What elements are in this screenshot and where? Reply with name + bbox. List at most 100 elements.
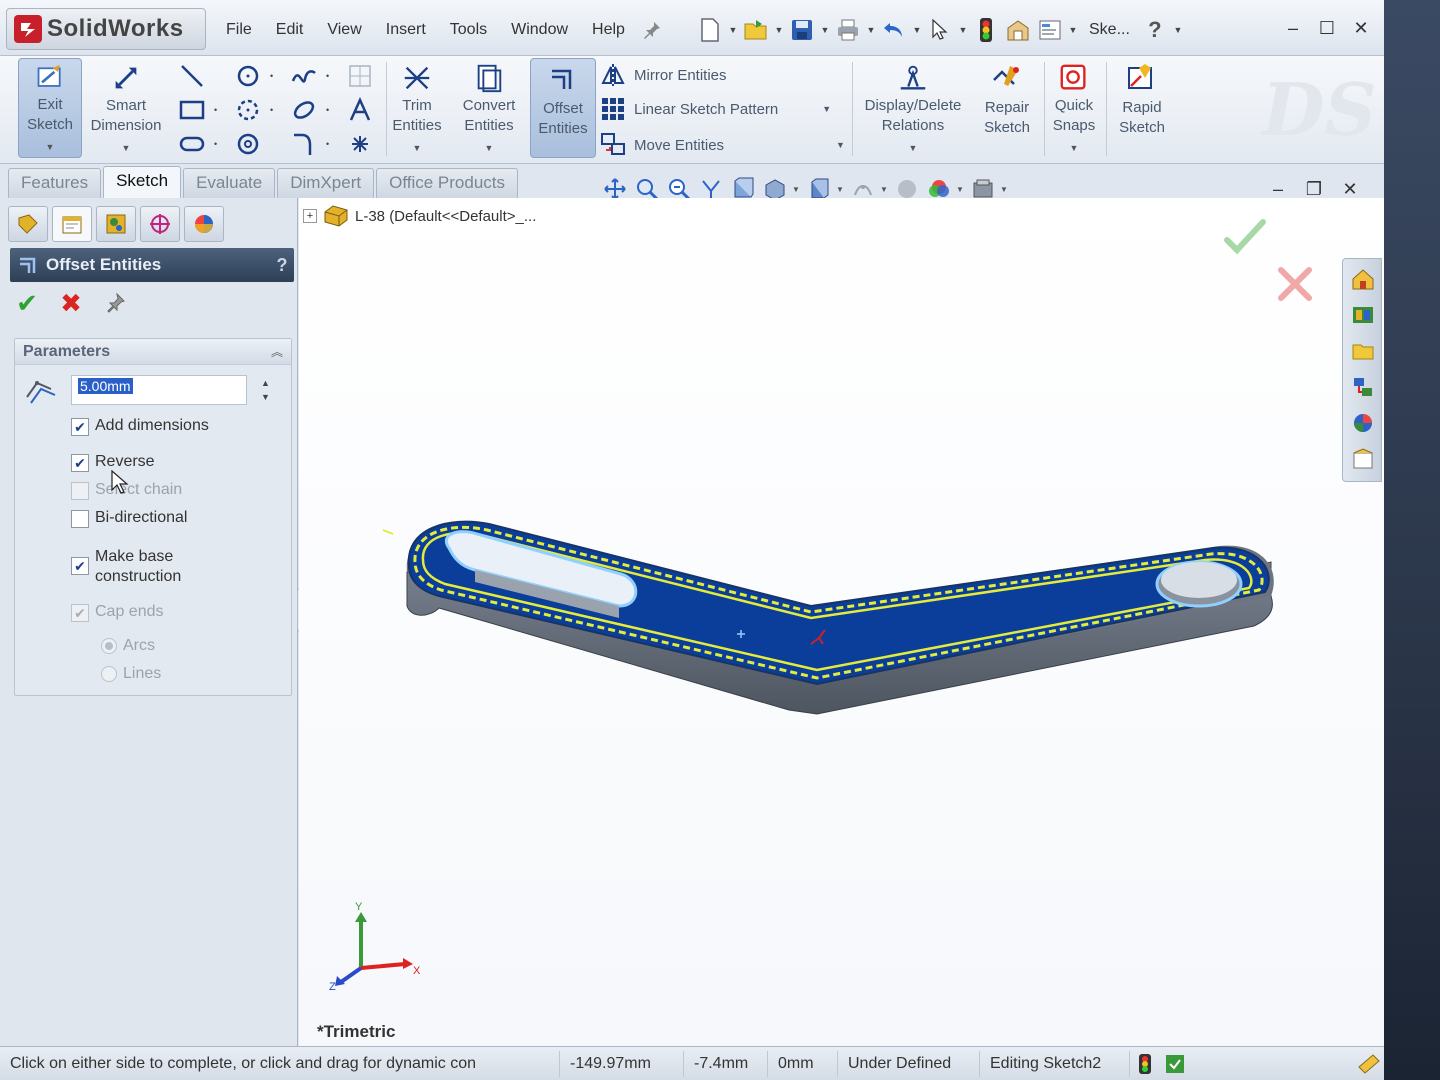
- menu-edit[interactable]: Edit: [264, 12, 316, 48]
- open-dropdown-icon[interactable]: ▼: [773, 14, 785, 46]
- undo-icon[interactable]: [879, 14, 909, 46]
- menu-help[interactable]: Help: [580, 12, 637, 48]
- spin-up-icon[interactable]: ▲: [261, 376, 270, 390]
- offset-distance-spinner[interactable]: ▲ ▼: [261, 376, 270, 404]
- ellipse-dropdown-icon[interactable]: •: [326, 105, 329, 115]
- spline-dropdown-icon[interactable]: •: [326, 71, 329, 81]
- cap-arcs-radio[interactable]: [101, 638, 117, 654]
- property-manager-tab-icon[interactable]: [52, 206, 92, 242]
- quick-snaps-button[interactable]: Quick Snaps ▼: [1046, 58, 1102, 158]
- close-icon[interactable]: ✕: [1346, 14, 1376, 42]
- text-icon[interactable]: [346, 96, 374, 124]
- display-style-dropdown-icon[interactable]: ▼: [792, 185, 802, 194]
- collapse-chevron-icon[interactable]: ︽: [271, 343, 283, 360]
- offset-distance-input[interactable]: 5.00mm: [71, 375, 247, 405]
- convert-entities-button[interactable]: Convert Entities ▼: [452, 58, 526, 158]
- save-icon[interactable]: [787, 14, 817, 46]
- part-model-view[interactable]: [299, 198, 1384, 1046]
- make-base-construction-checkbox[interactable]: ✔: [71, 557, 89, 575]
- mirror-entities-button[interactable]: Mirror Entities: [600, 60, 727, 90]
- save-dropdown-icon[interactable]: ▼: [819, 14, 831, 46]
- parameters-group-header[interactable]: Parameters ︽: [15, 339, 291, 365]
- linear-sketch-pattern-button[interactable]: Linear Sketch Pattern ▼: [600, 94, 831, 124]
- circle-dropdown-icon[interactable]: •: [270, 71, 273, 81]
- cap-lines-radio[interactable]: [101, 666, 117, 682]
- pattern-dropdown-icon[interactable]: ▼: [822, 104, 831, 114]
- display-manager-tab-icon[interactable]: [184, 206, 224, 242]
- trim-dropdown-icon[interactable]: ▼: [413, 138, 422, 158]
- exit-sketch-dropdown-icon[interactable]: ▼: [46, 137, 55, 157]
- repair-sketch-button[interactable]: Repair Sketch: [976, 58, 1038, 158]
- add-dimensions-option[interactable]: ✔ Add dimensions: [71, 417, 209, 436]
- minimize-icon[interactable]: –: [1278, 14, 1308, 42]
- rectangle-dropdown-icon[interactable]: •: [214, 105, 217, 115]
- print-icon[interactable]: [833, 14, 863, 46]
- move-entities-button[interactable]: Move Entities ▼: [600, 130, 845, 160]
- slot-icon[interactable]: [178, 130, 206, 158]
- menu-file[interactable]: File: [214, 12, 264, 48]
- pushpin-icon[interactable]: [102, 290, 128, 316]
- point-icon[interactable]: [346, 130, 374, 158]
- ellipse-icon[interactable]: [290, 96, 318, 124]
- arc-dropdown-icon[interactable]: •: [270, 105, 273, 115]
- pin-menu-icon[interactable]: [637, 14, 667, 46]
- options-icon[interactable]: [1035, 14, 1065, 46]
- menu-tools[interactable]: Tools: [438, 12, 499, 48]
- trim-entities-button[interactable]: Trim Entities ▼: [386, 58, 448, 158]
- select-chain-checkbox[interactable]: [71, 482, 89, 500]
- rapid-sketch-button[interactable]: Rapid Sketch: [1110, 58, 1174, 158]
- rectangle-icon[interactable]: [178, 96, 206, 124]
- feature-manager-tab-icon[interactable]: [8, 206, 48, 242]
- rebuild-status-icon[interactable]: [1130, 1051, 1160, 1077]
- rebuild-traffic-light-icon[interactable]: [971, 14, 1001, 46]
- dimxpert-manager-tab-icon[interactable]: [140, 206, 180, 242]
- undo-dropdown-icon[interactable]: ▼: [911, 14, 923, 46]
- hide-show-dropdown-icon[interactable]: ▼: [836, 185, 846, 194]
- select-cursor-icon[interactable]: [925, 14, 955, 46]
- new-dropdown-icon[interactable]: ▼: [727, 14, 739, 46]
- convert-dropdown-icon[interactable]: ▼: [485, 138, 494, 158]
- tab-features[interactable]: Features: [8, 168, 102, 198]
- new-document-icon[interactable]: [695, 14, 725, 46]
- graphics-area[interactable]: + L-38 (Default<<Default>_... Y X Z *Tri…: [299, 198, 1384, 1046]
- maximize-icon[interactable]: ☐: [1312, 14, 1342, 42]
- help-icon[interactable]: ?: [270, 255, 294, 276]
- offset-entities-button[interactable]: Offset Entities: [530, 58, 596, 158]
- ok-checkmark-icon[interactable]: ✔: [14, 288, 40, 318]
- view-settings-dropdown-icon[interactable]: ▼: [1000, 185, 1010, 194]
- file-properties-icon[interactable]: [1003, 14, 1033, 46]
- fillet-icon[interactable]: [290, 130, 318, 158]
- cap-ends-checkbox[interactable]: ✔: [71, 604, 89, 622]
- solidworks-logo[interactable]: SolidWorks: [6, 8, 206, 50]
- arc-icon[interactable]: [234, 96, 262, 124]
- slot-dropdown-icon[interactable]: •: [214, 139, 217, 149]
- spline-icon[interactable]: [290, 62, 318, 90]
- cap-lines-option[interactable]: Lines: [101, 665, 161, 683]
- quick-snaps-dropdown-icon[interactable]: ▼: [1070, 138, 1079, 158]
- print-dropdown-icon[interactable]: ▼: [865, 14, 877, 46]
- realview-dropdown-icon[interactable]: ▼: [956, 185, 966, 194]
- tab-office-products[interactable]: Office Products: [376, 168, 519, 198]
- fillet-dropdown-icon[interactable]: •: [326, 139, 329, 149]
- quick-tips-icon[interactable]: [1160, 1051, 1190, 1077]
- move-dropdown-icon[interactable]: ▼: [836, 140, 845, 150]
- display-delete-relations-button[interactable]: Display/Delete Relations ▼: [856, 58, 970, 158]
- bi-directional-option[interactable]: Bi-directional: [71, 509, 187, 528]
- open-folder-icon[interactable]: [741, 14, 771, 46]
- circle-icon[interactable]: [234, 62, 262, 90]
- cap-ends-option[interactable]: ✔ Cap ends: [71, 603, 164, 622]
- tab-sketch[interactable]: Sketch: [103, 166, 182, 198]
- plane-icon[interactable]: [346, 62, 374, 90]
- part-top-face[interactable]: [407, 520, 1270, 686]
- line-icon[interactable]: [178, 62, 206, 90]
- reverse-checkbox[interactable]: ✔: [71, 454, 89, 472]
- units-icon[interactable]: [1354, 1051, 1384, 1077]
- spin-down-icon[interactable]: ▼: [261, 390, 270, 404]
- tab-evaluate[interactable]: Evaluate: [183, 168, 276, 198]
- smart-dimension-button[interactable]: Smart Dimension ▼: [86, 58, 166, 158]
- cancel-x-icon[interactable]: ✖: [58, 288, 84, 318]
- configuration-manager-tab-icon[interactable]: [96, 206, 136, 242]
- help-question-icon[interactable]: ?: [1140, 14, 1170, 46]
- select-dropdown-icon[interactable]: ▼: [957, 14, 969, 46]
- appearance-dropdown-icon[interactable]: ▼: [880, 185, 890, 194]
